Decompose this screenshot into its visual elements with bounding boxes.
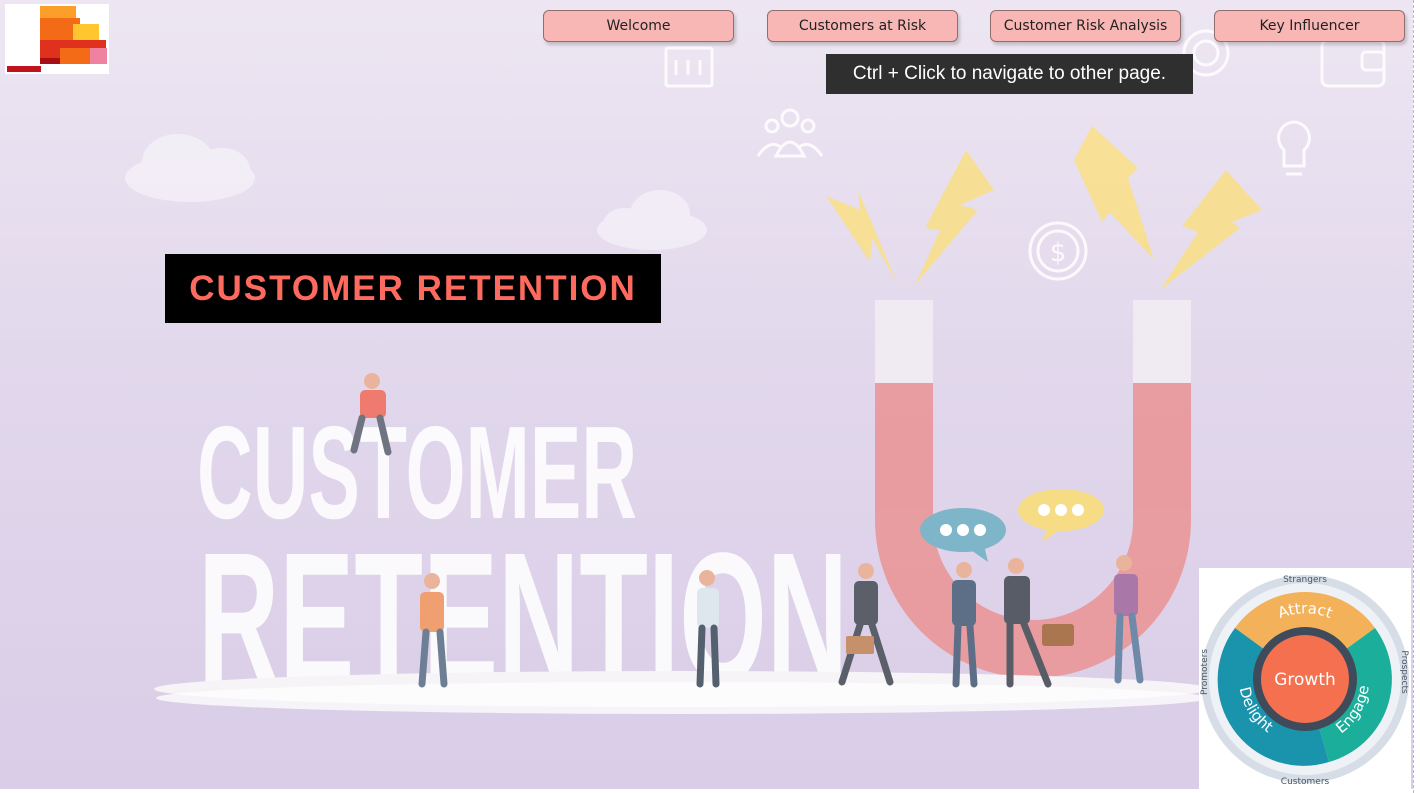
key-influencer-button[interactable]: Key Influencer — [1214, 10, 1405, 42]
navigation-tooltip: Ctrl + Click to navigate to other page. — [826, 54, 1193, 94]
report-canvas: $ CUSTOMER RETENTION Welcome Customers a… — [0, 0, 1413, 789]
customer-risk-analysis-button[interactable]: Customer Risk Analysis — [990, 10, 1181, 42]
team-icon — [756, 108, 824, 158]
prospects-label: Prospects — [1399, 650, 1409, 694]
svg-text:$: $ — [1050, 238, 1067, 268]
customers-label: Customers — [1281, 777, 1330, 787]
page-title-banner: CUSTOMER RETENTION — [165, 254, 661, 323]
person-walking — [838, 563, 894, 686]
strangers-label: Strangers — [1283, 575, 1327, 585]
speech-bubble-icon — [1018, 489, 1104, 542]
lightbulb-icon — [1277, 120, 1311, 176]
promoters-label: Promoters — [1200, 649, 1210, 695]
cloud-icon — [597, 190, 707, 250]
platform — [154, 671, 1210, 714]
growth-flywheel-image: Growth Attract Engage Delight Strangers … — [1199, 568, 1411, 789]
page-edge — [1413, 0, 1420, 793]
cloud-icon — [125, 134, 255, 202]
building-icon — [664, 46, 714, 88]
company-logo — [5, 4, 109, 74]
page-title: CUSTOMER RETENTION — [189, 268, 637, 308]
growth-label: Growth — [1274, 670, 1336, 690]
customers-at-risk-button[interactable]: Customers at Risk — [767, 10, 958, 42]
welcome-button[interactable]: Welcome — [543, 10, 734, 42]
magnet-illustration — [875, 300, 1191, 678]
wallet-icon — [1320, 38, 1386, 88]
